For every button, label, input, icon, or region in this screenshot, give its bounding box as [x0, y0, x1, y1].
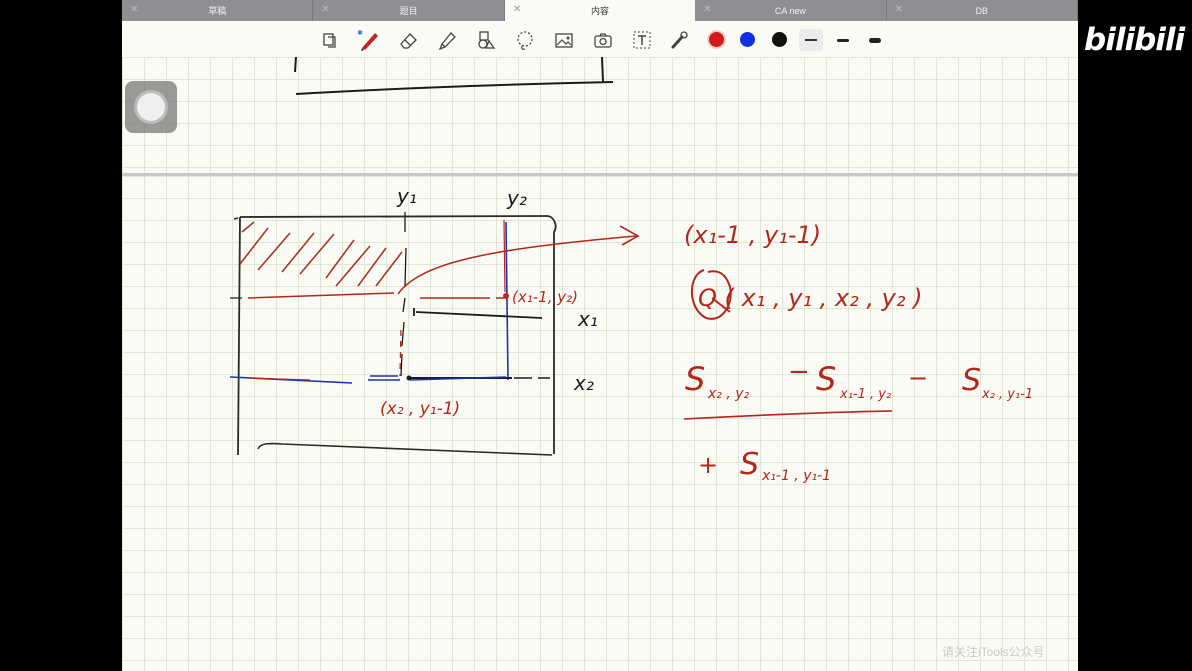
formula-minus-1: − — [788, 357, 810, 387]
formula-term-4-subscript: x₁-1 , y₁-1 — [761, 468, 831, 484]
formula-term-3: S — [962, 363, 981, 398]
label-x2-y1-minus1: (x₂ , y₁-1) — [380, 399, 460, 419]
bilibili-logo: bilibili — [1084, 22, 1185, 58]
label-cell-x1-minus1-y2: (x₁-1, y₂) — [512, 288, 578, 306]
formula-term-2-subscript: x₁-1 , y₂ — [839, 387, 891, 402]
formula-term-3-subscript: x₂ , y₁-1 — [981, 387, 1033, 402]
notes-app-window: ✕ 草稿 ✕ 题目 ✕ 内容 ✕ CA new ✕ DB ✱ y₁ y₂ x₁ … — [122, 0, 1078, 671]
assistive-touch-button[interactable] — [125, 81, 177, 133]
formula-plus: + — [698, 451, 718, 479]
label-x2: x₂ — [573, 371, 594, 395]
formula-term-4: S — [740, 447, 759, 482]
query-label: Q ( x₁ , y₁ , x₂ , y₂ ) — [698, 284, 922, 312]
label-y2: y₂ — [506, 186, 527, 210]
arrow-target-label: (x₁-1 , y₁-1) — [684, 221, 821, 249]
formula-term-1-subscript: x₂ , y₂ — [707, 386, 750, 402]
label-x1: x₁ — [577, 307, 598, 331]
label-y1: y₁ — [396, 184, 417, 208]
handwriting-layer: y₁ y₂ x₁ x₂ (x₁-1, y₂) (x₂ , y₁-1) (x₁-1… — [229, 56, 1033, 484]
caption-watermark: 请关注iTools公众号 — [942, 645, 1045, 659]
formula-term-1: S — [685, 360, 705, 398]
formula-minus-2: − — [908, 364, 928, 392]
formula-term-2: S — [816, 360, 836, 398]
